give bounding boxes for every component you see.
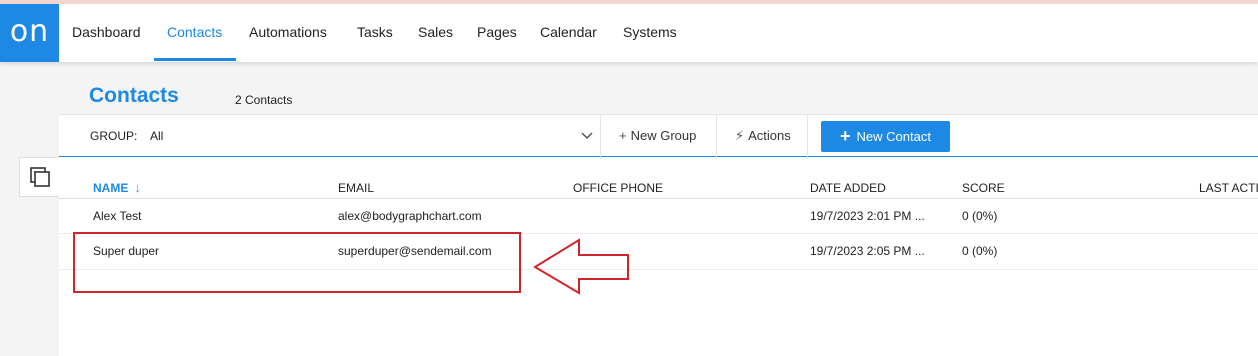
new-group-button[interactable]: + New Group [619, 128, 696, 143]
group-select[interactable]: All [150, 129, 163, 143]
nav-contacts[interactable]: Contacts [167, 4, 222, 62]
contact-date-added: 19/7/2023 2:01 PM ... [810, 209, 925, 223]
toolbar-divider [600, 115, 601, 157]
plus-icon: + [840, 126, 851, 146]
contact-count: 2 Contacts [235, 93, 293, 107]
contact-date-added: 19/7/2023 2:05 PM ... [810, 244, 925, 258]
column-header-name[interactable]: NAME ↓ [93, 181, 141, 195]
annotation-highlight-box [73, 232, 521, 293]
nav-calendar[interactable]: Calendar [540, 4, 597, 62]
active-tab-underline [154, 58, 236, 61]
app-logo[interactable]: on [0, 4, 59, 62]
nav-dashboard[interactable]: Dashboard [72, 4, 141, 62]
column-header-email[interactable]: EMAIL [338, 181, 374, 195]
new-contact-label: New Contact [856, 129, 931, 144]
new-group-label: New Group [630, 128, 697, 143]
nav-tasks[interactable]: Tasks [357, 4, 393, 62]
contact-score: 0 (0%) [962, 209, 998, 223]
column-header-last-activity[interactable]: LAST ACTIV [1199, 181, 1258, 195]
chevron-down-icon[interactable] [581, 129, 593, 141]
column-header-date-added[interactable]: DATE ADDED [810, 181, 886, 195]
toolbar: GROUP: All + New Group ⚡ Actions + New Cont… [59, 114, 1258, 157]
nav-systems[interactable]: Systems [623, 4, 677, 62]
column-header-office-phone[interactable]: OFFICE PHONE [573, 181, 663, 195]
column-label: NAME [93, 181, 129, 195]
nav-pages[interactable]: Pages [477, 4, 517, 62]
actions-button[interactable]: ⚡ Actions [735, 128, 791, 144]
nav-automations[interactable]: Automations [249, 4, 327, 62]
table-row[interactable]: Alex Test alex@bodygraphchart.com 19/7/2… [59, 198, 1258, 234]
bolt-icon: ⚡ [735, 128, 745, 143]
plus-icon: + [619, 128, 627, 143]
toolbar-divider [716, 115, 717, 157]
top-navigation: on Dashboard Contacts Automations Tasks … [0, 4, 1258, 62]
page-title: Contacts [89, 84, 179, 107]
nav-sales[interactable]: Sales [418, 4, 453, 62]
toolbar-divider [807, 115, 808, 157]
column-header-score[interactable]: SCORE [962, 181, 1005, 195]
copy-stack-icon [30, 167, 50, 187]
contact-email[interactable]: alex@bodygraphchart.com [338, 209, 482, 223]
contact-score: 0 (0%) [962, 244, 998, 258]
sort-arrow-icon: ↓ [134, 181, 141, 195]
group-label: GROUP: [90, 129, 138, 143]
side-toggle-button[interactable] [19, 157, 59, 197]
annotation-arrow-icon [533, 238, 629, 295]
actions-label: Actions [748, 128, 791, 143]
contact-name[interactable]: Alex Test [93, 209, 141, 223]
new-contact-button[interactable]: + New Contact [821, 121, 950, 152]
